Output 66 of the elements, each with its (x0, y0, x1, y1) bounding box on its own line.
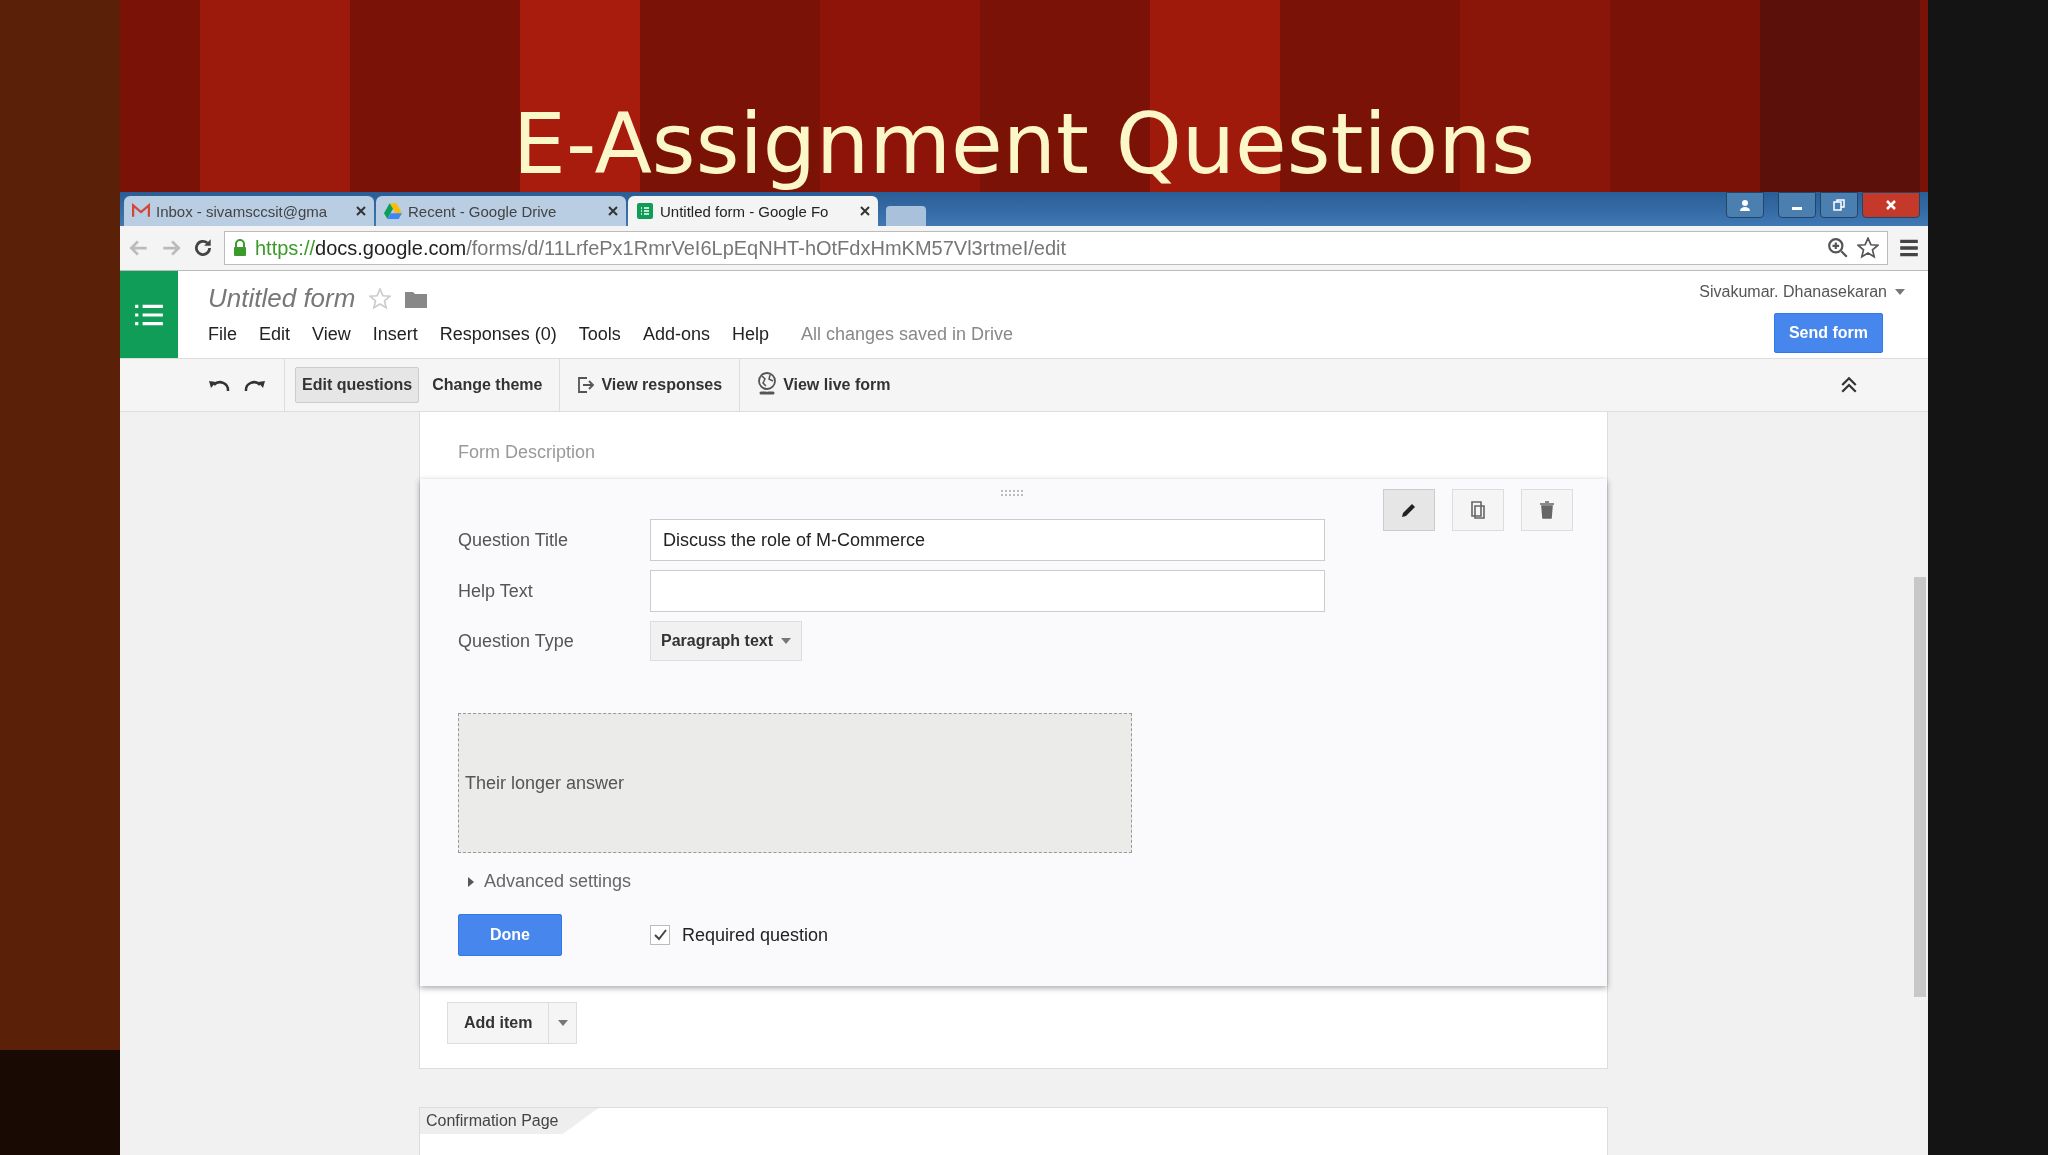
menu-item[interactable]: Help (731, 324, 769, 345)
text-input[interactable]: Discuss the role of M-Commerce (650, 519, 1325, 561)
edit-button[interactable] (1383, 489, 1435, 531)
advanced-settings-toggle[interactable]: Advanced settings (458, 871, 1569, 892)
menu-item[interactable]: Add-ons (642, 324, 710, 345)
menu-item[interactable]: Responses (0) (439, 324, 557, 345)
close-icon[interactable] (608, 206, 618, 216)
trash-icon (1537, 500, 1557, 520)
caret-icon (468, 876, 474, 887)
star-icon[interactable] (1857, 237, 1879, 259)
caret-icon (557, 1020, 568, 1026)
tab-label: Untitled form - Google Fo (660, 202, 830, 220)
user-icon[interactable] (1726, 192, 1764, 218)
list-icon (636, 203, 654, 219)
checkbox[interactable] (650, 925, 670, 945)
add-item-button[interactable]: Add item (447, 1002, 550, 1044)
field-label: Question Type (458, 630, 575, 652)
text-input[interactable] (650, 570, 1325, 612)
slide-title: E-Assignment Questions (512, 97, 1536, 190)
browser-tab[interactable]: Untitled form - Google Fo (628, 196, 878, 226)
document-title[interactable]: Untitled form (208, 283, 356, 314)
browser-tab[interactable]: Inbox - sivamsccsit@gma (124, 196, 374, 226)
envelope-icon (132, 203, 150, 219)
toolbar-button[interactable]: Change theme (425, 367, 550, 403)
browser-tab[interactable]: Recent - Google Drive (376, 196, 626, 226)
zoom-icon[interactable] (1827, 237, 1849, 259)
scrollbar[interactable] (1914, 577, 1926, 997)
checkbox-label[interactable]: Required question (682, 924, 829, 946)
menu-item[interactable]: View (312, 324, 351, 345)
answer-preview-field: Their longer answer (458, 713, 1132, 853)
field-label: Question Title (458, 529, 570, 551)
toolbar-button[interactable]: Edit questions (295, 367, 420, 403)
forms-logo-icon[interactable] (120, 271, 178, 358)
export-icon (577, 376, 596, 394)
toolbar-button[interactable]: View responses (570, 367, 730, 403)
copy-icon (1468, 500, 1488, 520)
close-icon[interactable] (1862, 192, 1920, 218)
account-name[interactable]: Sivakumar. Dhanasekaran (1699, 283, 1887, 301)
globe-icon (757, 372, 778, 398)
caret-icon[interactable] (1895, 289, 1905, 295)
duplicate-button[interactable] (1452, 489, 1504, 531)
lock-icon (233, 239, 247, 257)
question-type-dropdown[interactable]: Paragraph text (650, 621, 803, 661)
send-form-button[interactable]: Send form (1773, 313, 1883, 353)
menu-item[interactable]: Tools (578, 324, 621, 345)
toolbar-button[interactable]: View live form (750, 363, 898, 407)
triangle-icon (384, 203, 402, 219)
tab-label: Inbox - sivamsccsit@gma (156, 202, 329, 220)
delete-button[interactable] (1521, 489, 1573, 531)
close-icon[interactable] (356, 206, 366, 216)
drag-handle-icon[interactable] (1000, 489, 1026, 497)
add-item-dropdown-button[interactable] (549, 1002, 578, 1044)
menu-item[interactable]: File (208, 324, 237, 345)
done-button[interactable]: Done (458, 914, 562, 956)
menu-icon[interactable] (1898, 237, 1920, 259)
url-field[interactable]: https://docs.google.com/forms/d/11LrfePx1RmrVeI6LpEqNHT-hOtFdxHmKM57Vl3rtmeI/edit (224, 231, 1888, 265)
close-icon[interactable] (860, 206, 870, 216)
save-status: All changes saved in Drive (800, 324, 1014, 345)
minimize-icon[interactable] (1778, 192, 1816, 218)
reload-icon[interactable] (192, 237, 214, 259)
menu-item[interactable]: Insert (372, 324, 418, 345)
caret-icon (781, 638, 792, 644)
menu-item[interactable]: Edit (259, 324, 291, 345)
restore-icon[interactable] (1820, 192, 1858, 218)
tab-label: Recent - Google Drive (408, 202, 558, 220)
field-label: Help Text (458, 580, 534, 602)
